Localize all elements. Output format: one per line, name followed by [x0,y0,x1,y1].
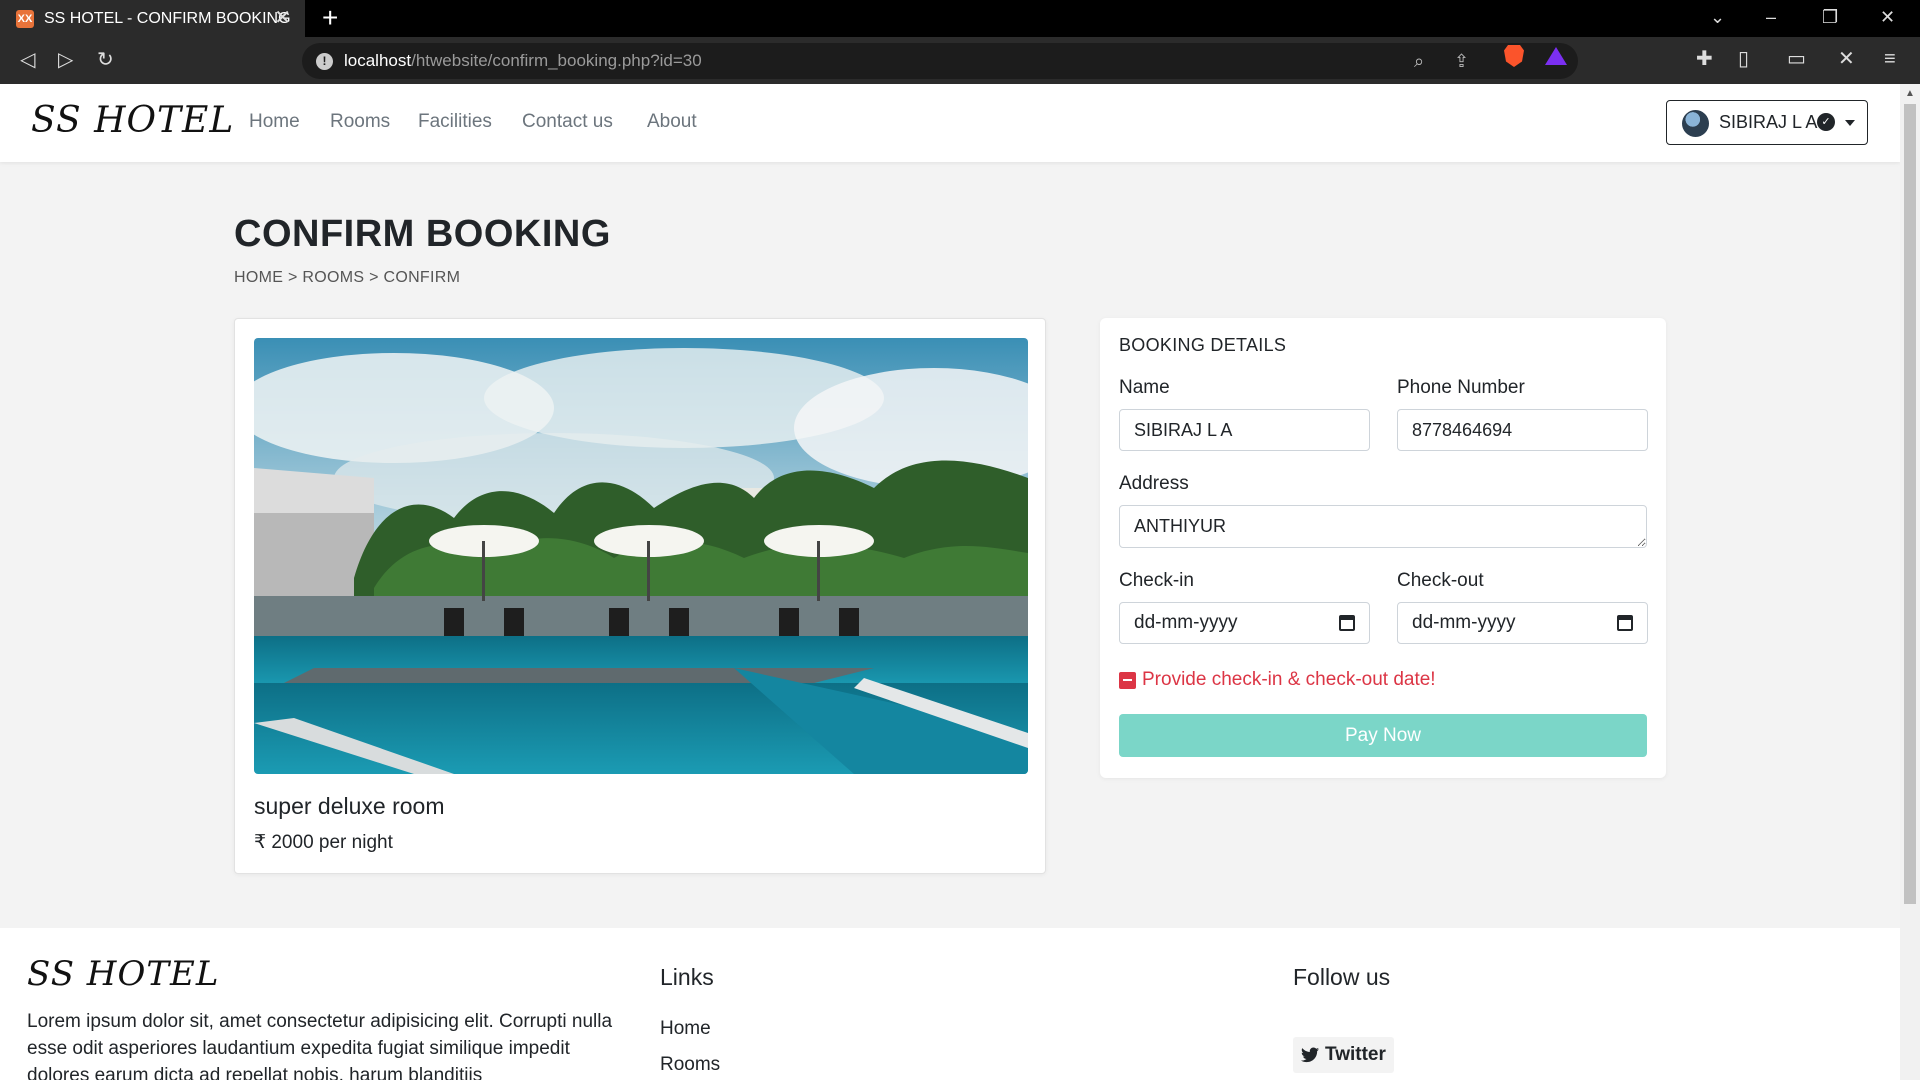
site-brand[interactable]: SS HOTEL [31,100,234,141]
tab-search-chevron-icon[interactable]: ⌄ [1710,6,1725,28]
nav-link-home[interactable]: Home [249,111,300,133]
name-input[interactable] [1119,409,1370,451]
pool-photo [254,338,1028,774]
scroll-up-icon[interactable]: ▲ [1905,88,1915,99]
breadcrumb-rooms[interactable]: ROOMS [302,269,364,286]
error-text: Provide check-in & check-out date! [1142,669,1436,690]
room-price: ₹ 2000 per night [254,832,393,853]
footer-follow-heading: Follow us [1293,964,1391,990]
name-label: Name [1119,377,1170,398]
tab-close-icon[interactable]: ✕ [274,8,291,28]
phone-input[interactable] [1397,409,1648,451]
reload-icon[interactable]: ↻ [97,48,114,72]
window-close-icon[interactable]: ✕ [1880,6,1895,28]
twitter-icon [1301,1047,1319,1063]
footer-description: Lorem ipsum dolor sit, amet consectetur … [27,1011,613,1080]
room-name: super deluxe room [254,793,445,819]
sidebar-icon[interactable]: ▯ [1738,47,1749,71]
footer-link-rooms[interactable]: Rooms [660,1054,720,1076]
xampp-favicon-icon: XX [16,9,34,28]
footer-links-heading: Links [660,964,714,990]
booking-details-card: BOOKING DETAILS Name Phone Number Addres… [1100,318,1666,778]
extensions-icon[interactable]: ✚ [1696,47,1713,71]
zoom-icon[interactable]: ⌕ [1414,51,1424,71]
breadcrumb-separator: > [369,269,379,286]
page-scrollbar[interactable]: ▲ [1900,84,1920,1080]
footer-brand: SS HOTEL [27,954,220,994]
breadcrumb-confirm[interactable]: CONFIRM [383,269,460,286]
wallet-icon[interactable]: ▭ [1787,47,1806,71]
room-image [254,338,1028,774]
breadcrumb-home[interactable]: HOME [234,269,283,286]
verified-badge-icon: ✓ [1817,113,1835,131]
tab-title: SS HOTEL - CONFIRM BOOKING [44,9,291,27]
nav-link-rooms[interactable]: Rooms [330,111,390,133]
restore-icon[interactable]: ❐ [1822,6,1838,28]
checkin-date-input[interactable]: dd-mm-yyyy [1119,602,1370,644]
site-footer: SS HOTEL Lorem ipsum dolor sit, amet con… [0,928,1900,1080]
avatar [1682,110,1709,137]
dropdown-caret-icon [1845,120,1855,126]
tools-icon[interactable]: ✕ [1838,47,1855,71]
favicon-text: XX [17,12,33,25]
site-navbar: SS HOTEL Home Rooms Facilities Contact u… [0,84,1900,162]
menu-icon[interactable]: ≡ [1884,47,1896,71]
twitter-link[interactable]: Twitter [1293,1037,1394,1073]
browser-tab-bar: XX SS HOTEL - CONFIRM BOOKING ✕ + ⌄ – ❐ … [0,0,1920,37]
calendar-icon[interactable] [1339,615,1355,631]
url-text[interactable]: localhost/htwebsite/confirm_booking.php?… [344,51,702,71]
minimize-icon[interactable]: – [1766,6,1776,28]
room-card: super deluxe room ₹ 2000 per night [234,318,1046,874]
page-viewport: SS HOTEL Home Rooms Facilities Contact u… [0,84,1900,1080]
brave-rewards-icon[interactable] [1545,47,1567,65]
booking-heading: BOOKING DETAILS [1119,335,1287,355]
browser-toolbar: ◁ ▷ ↻ ! localhost/htwebsite/confirm_book… [0,37,1920,84]
footer-link-home[interactable]: Home [660,1018,711,1040]
checkout-label: Check-out [1397,570,1484,591]
date-error-message: Provide check-in & check-out date! [1119,669,1436,691]
page-title: CONFIRM BOOKING [234,213,611,255]
user-menu-button[interactable]: SIBIRAJ L A ✓ [1666,100,1868,145]
share-icon[interactable]: ⇪ [1454,51,1469,71]
user-name: SIBIRAJ L A [1719,112,1818,132]
new-tab-icon[interactable]: + [322,4,338,32]
breadcrumb: HOME > ROOMS > CONFIRM [234,269,460,287]
scrollbar-thumb[interactable] [1904,104,1916,904]
checkout-placeholder: dd-mm-yyyy [1412,612,1516,633]
calendar-icon[interactable] [1617,615,1633,631]
pay-now-button[interactable]: Pay Now [1119,714,1647,757]
phone-label: Phone Number [1397,377,1525,398]
url-host: localhost [344,51,412,70]
twitter-label: Twitter [1325,1044,1386,1065]
address-label: Address [1119,473,1189,494]
url-path: /htwebsite/confirm_booking.php?id=30 [411,51,702,70]
site-info-icon[interactable]: ! [316,53,333,70]
forward-icon[interactable]: ▷ [58,48,73,72]
address-bar[interactable]: ! localhost/htwebsite/confirm_booking.ph… [302,43,1578,79]
calendar-x-icon [1119,671,1136,689]
address-textarea[interactable]: ANTHIYUR [1119,505,1647,548]
checkout-date-input[interactable]: dd-mm-yyyy [1397,602,1648,644]
breadcrumb-separator: > [287,269,298,286]
back-icon[interactable]: ◁ [20,48,35,72]
nav-link-contact[interactable]: Contact us [522,111,613,133]
nav-link-about[interactable]: About [647,111,697,133]
checkin-placeholder: dd-mm-yyyy [1134,612,1238,633]
browser-tab[interactable]: XX SS HOTEL - CONFIRM BOOKING ✕ [0,0,305,37]
nav-link-facilities[interactable]: Facilities [418,111,492,133]
checkin-label: Check-in [1119,570,1194,591]
